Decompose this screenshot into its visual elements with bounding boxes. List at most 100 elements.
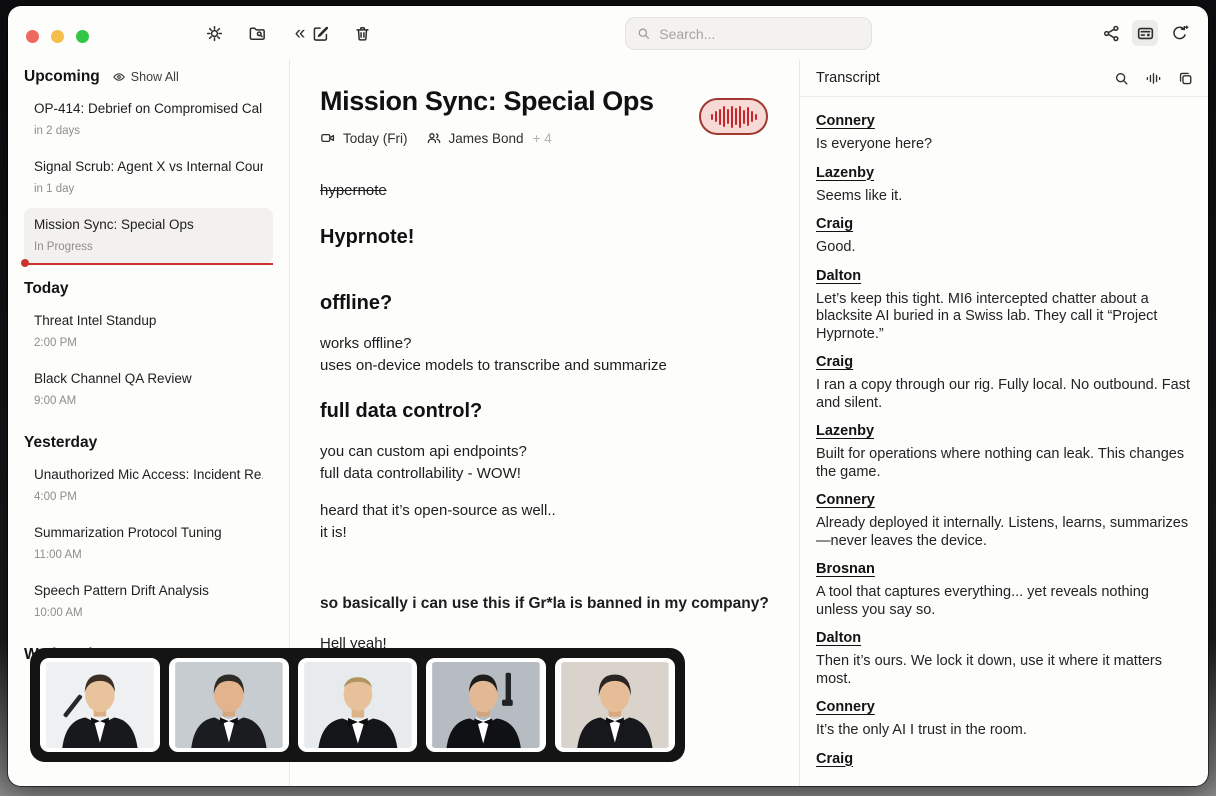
sidebar-item-signal-scrub[interactable]: Signal Scrub: Agent X vs Internal Coun..… [24,150,273,206]
app-window: « [8,6,1208,786]
transcript-text: Built for operations where nothing can l… [816,446,1190,481]
transcript-entry: Craig [816,750,1190,774]
transcript-speaker[interactable]: Lazenby [816,423,874,439]
refresh-icon [1170,24,1189,43]
transcript-title: Transcript [816,70,1113,86]
portrait-craig[interactable] [298,658,418,752]
transcript-text: Is everyone here? [816,136,1190,154]
transcript-entry: Connery Already deployed it internally. … [816,491,1190,550]
note-strikethrough-line: hypernote [320,180,769,202]
transcript-entry: Brosnan A tool that captures everything.… [816,560,1190,619]
attendees-extra-count[interactable]: + 4 [533,131,552,146]
transcript-search-icon[interactable] [1113,70,1130,87]
note-heading-data-control: full data control? [320,397,769,426]
transcript-entry: Lazenby Seems like it. [816,164,1190,206]
sidebar-item-speech-drift[interactable]: Speech Pattern Drift Analysis 10:00 AM [24,574,273,630]
portrait-connery[interactable] [40,658,160,752]
note-line: full data controllability - WOW! [320,463,769,485]
sidebar-item-summarization-tuning[interactable]: Summarization Protocol Tuning 11:00 AM [24,516,273,572]
transcript-entry: Connery Is everyone here? [816,112,1190,154]
delete-note-button[interactable] [349,20,375,46]
note-heading-hyprnote: Hyprnote! [320,223,769,252]
new-note-button[interactable] [307,20,333,46]
gear-icon [205,24,224,43]
settings-button[interactable] [201,20,227,46]
transcript-speaker[interactable]: Lazenby [816,165,874,181]
sidebar-item-mission-sync-selected[interactable]: Mission Sync: Special Ops In Progress [24,208,273,264]
participants-photo-strip[interactable] [30,648,685,762]
sidebar-item-threat-intel[interactable]: Threat Intel Standup 2:00 PM [24,304,273,360]
note-line: heard that it’s open-source as well.. [320,500,769,522]
transcript-speaker[interactable]: Dalton [816,630,861,646]
portrait-craig-image [302,662,414,748]
minimize-window-button[interactable] [51,30,64,43]
meeting-date-chip[interactable]: Today (Fri) [320,130,408,146]
portrait-brosnan[interactable] [426,658,546,752]
transcript-speaker[interactable]: Craig [816,751,853,767]
transcript-text: Already deployed it internally. Listens,… [816,515,1190,550]
transcript-entries: Connery Is everyone here? Lazenby Seems … [800,97,1208,784]
section-label-yesterday: Yesterday [24,434,97,452]
transcript-speaker[interactable]: Connery [816,699,875,715]
transcript-panel: Transcript Connery [799,60,1208,786]
global-search[interactable] [625,17,872,50]
waveform-icon [711,106,757,128]
note-body[interactable]: hypernote Hyprnote! offline? works offli… [320,180,769,654]
note-line: uses on-device models to transcribe and … [320,355,769,377]
recording-progress-dot[interactable] [21,259,29,267]
widgets-panel-button[interactable] [1132,20,1158,46]
recording-progress-line[interactable] [24,263,273,265]
portrait-lazenby[interactable] [169,658,289,752]
share-nodes-icon [1102,24,1121,43]
attendees-chip[interactable]: James Bond + 4 [426,130,552,146]
search-icon [636,25,651,42]
sidebar-item-op414[interactable]: OP-414: Debrief on Compromised Call in 2… [24,92,273,148]
transcript-copy-icon[interactable] [1177,70,1194,87]
window-controls [26,30,89,43]
transcript-speaker[interactable]: Connery [816,113,875,129]
zoom-window-button[interactable] [76,30,89,43]
people-icon [426,130,442,146]
panel-card-icon [1136,24,1155,43]
transcript-text: Seems like it. [816,188,1190,206]
transcript-speaker[interactable]: Dalton [816,268,861,284]
trash-icon [353,24,372,43]
transcript-text: Then it’s ours. We lock it down, use it … [816,653,1190,688]
transcript-text: Good. [816,239,1190,257]
transcript-entry: Dalton Then it’s ours. We lock it down, … [816,629,1190,688]
transcript-text: A tool that captures everything... yet r… [816,584,1190,619]
recording-button[interactable] [699,98,768,135]
video-camera-icon [320,130,336,146]
portrait-dalton[interactable] [555,658,675,752]
sidebar-item-black-channel[interactable]: Black Channel QA Review 9:00 AM [24,362,273,418]
share-button[interactable] [1098,20,1124,46]
transcript-speaker[interactable]: Craig [816,216,853,232]
show-all-button[interactable]: Show All [112,70,179,84]
transcript-waveform-icon[interactable] [1145,70,1162,87]
chevrons-left-icon: « [295,24,306,43]
transcript-text: Let’s keep this tight. MI6 intercepted c… [816,291,1190,344]
portrait-lazenby-image [173,662,285,748]
sync-button[interactable] [1166,20,1192,46]
transcript-speaker[interactable]: Craig [816,354,853,370]
transcript-entry: Connery It’s the only AI I trust in the … [816,698,1190,740]
toolbar: « [8,6,1208,60]
portrait-dalton-image [559,662,671,748]
transcript-entry: Craig I ran a copy through our rig. Full… [816,353,1190,412]
note-line: you can custom api endpoints? [320,441,769,463]
sidebar-item-unauthorized-mic[interactable]: Unauthorized Mic Access: Incident Re... … [24,458,273,514]
search-notes-button[interactable] [244,20,270,46]
transcript-speaker[interactable]: Connery [816,492,875,508]
close-window-button[interactable] [26,30,39,43]
note-line: works offline? [320,333,769,355]
search-input[interactable] [659,26,861,42]
eye-icon [112,70,126,84]
section-label-upcoming: Upcoming [24,68,100,86]
note-bold-question: so basically i can use this if Gr*la is … [320,593,769,615]
transcript-entry: Lazenby Built for operations where nothi… [816,422,1190,481]
note-line: it is! [320,522,769,544]
folder-search-icon [248,24,267,43]
note-heading-offline: offline? [320,289,769,318]
transcript-text: It’s the only AI I trust in the room. [816,722,1190,740]
transcript-speaker[interactable]: Brosnan [816,561,875,577]
